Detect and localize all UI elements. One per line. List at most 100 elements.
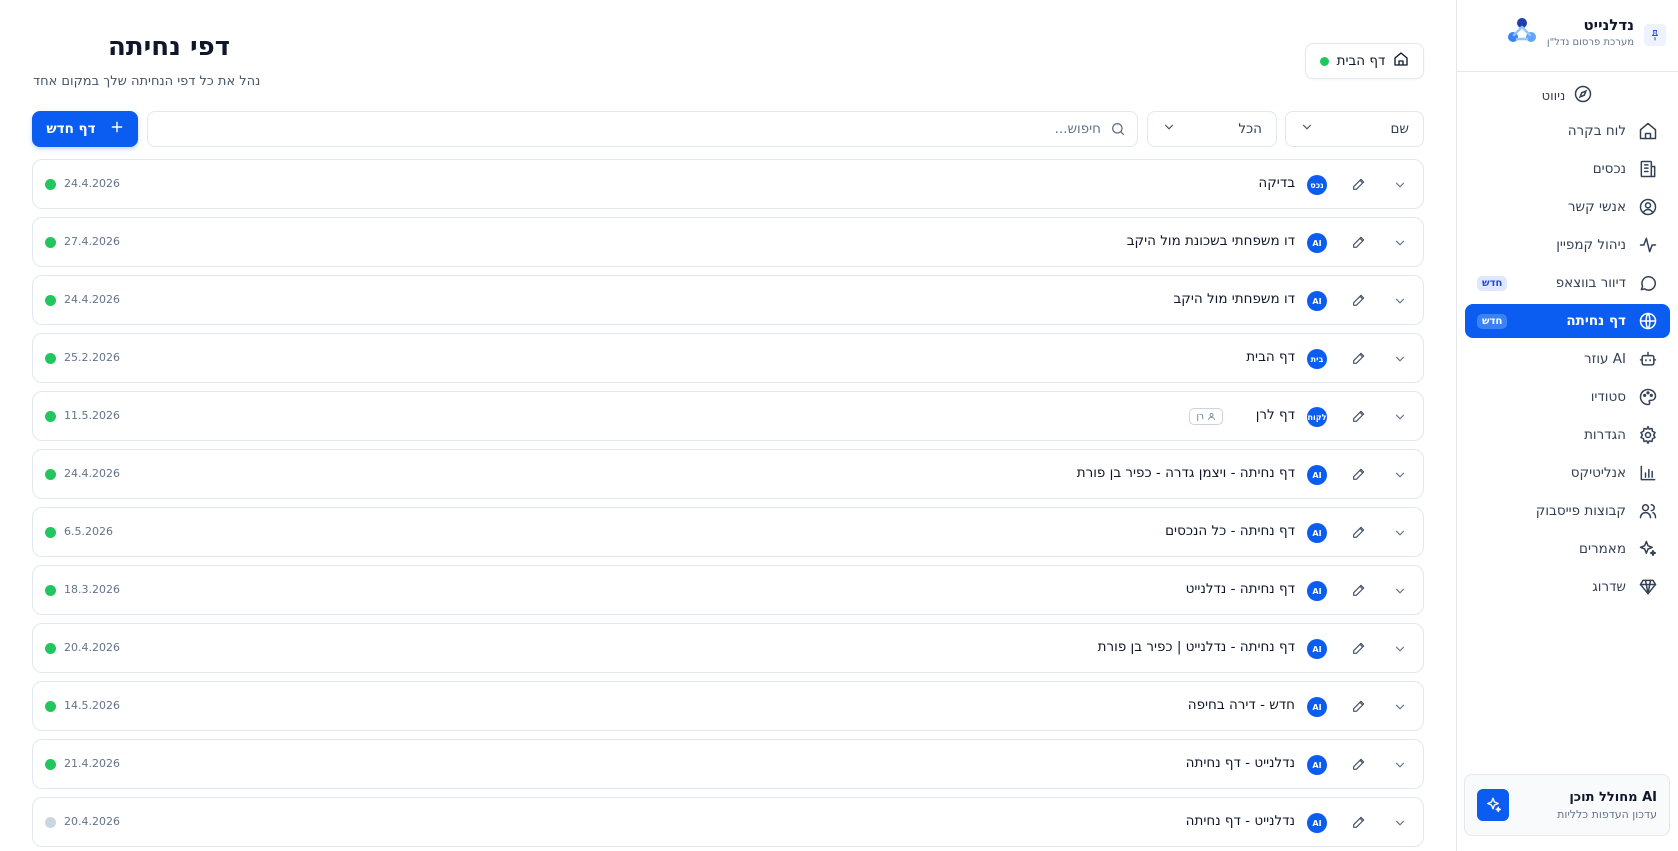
page-type-badge: בית: [1307, 349, 1327, 369]
sidebar-item-label: מאמרים: [1579, 541, 1626, 557]
edit-icon[interactable]: [1351, 234, 1367, 254]
chevron-down-icon[interactable]: [1393, 235, 1407, 254]
ai-content-generator-card[interactable]: מחולל תוכן AI עדכון העדפות כלליות: [1464, 774, 1670, 836]
chevron-down-icon[interactable]: [1393, 177, 1407, 196]
chevron-down-icon[interactable]: [1393, 293, 1407, 312]
nav-section-title: ניווט: [1457, 78, 1678, 114]
landing-page-row[interactable]: AI נדלנייט - דף נחיתה 20.4.2026: [32, 797, 1424, 847]
sidebar-item[interactable]: מאמרים: [1465, 532, 1670, 566]
page-name: דו משפחתי מול היקב: [1173, 291, 1295, 307]
status-dot: [45, 295, 56, 306]
sidebar-item[interactable]: אנשי קשר: [1465, 190, 1670, 224]
status-dot: [45, 817, 56, 828]
chevron-down-icon[interactable]: [1393, 641, 1407, 660]
page-date: 27.4.2026: [64, 235, 120, 248]
sidebar: נדלנייט מערכת פרסום נדל"ן ניווט לוח בקרה…: [1456, 0, 1678, 851]
sort-select-value: שם: [1390, 121, 1409, 137]
page-type-badge: AI: [1307, 233, 1327, 253]
home-button-label: דף הבית: [1336, 53, 1386, 69]
landing-page-row[interactable]: בית דף הבית 25.2.2026: [32, 333, 1424, 383]
edit-icon[interactable]: [1351, 524, 1367, 544]
edit-icon[interactable]: [1351, 350, 1367, 370]
edit-icon[interactable]: [1351, 292, 1367, 312]
page-name: דף הבית: [1246, 349, 1295, 365]
new-page-button[interactable]: דף חדש: [32, 111, 138, 147]
sidebar-item[interactable]: אנליטיקס: [1465, 456, 1670, 490]
ai-card-title: מחולל תוכן AI: [1569, 789, 1657, 805]
logo-icon: [1505, 15, 1539, 49]
landing-page-row[interactable]: AI דף נחיתה - כל הנכסים 6.5.2026: [32, 507, 1424, 557]
chevron-down-icon: [1300, 120, 1314, 138]
landing-page-row[interactable]: AI חדש - דירה בחיפה 14.5.2026: [32, 681, 1424, 731]
chevron-down-icon[interactable]: [1393, 525, 1407, 544]
landing-page-row[interactable]: AI נדלנייט - דף נחיתה 21.4.2026: [32, 739, 1424, 789]
sidebar-item-label: לוח בקרה: [1567, 123, 1626, 139]
page-date: 6.5.2026: [64, 525, 113, 538]
chevron-down-icon[interactable]: [1393, 699, 1407, 718]
filter-select[interactable]: הכל: [1147, 111, 1277, 147]
sidebar-item[interactable]: סטודיו: [1465, 380, 1670, 414]
edit-icon[interactable]: [1351, 814, 1367, 834]
chevron-down-icon[interactable]: [1393, 467, 1407, 486]
sidebar-item[interactable]: דף נחיתה חדש: [1465, 304, 1670, 338]
edit-icon[interactable]: [1351, 640, 1367, 660]
sidebar-item[interactable]: ניהול קמפיין: [1465, 228, 1670, 262]
search-input[interactable]: [171, 112, 1101, 146]
sidebar-item[interactable]: שדרוג: [1465, 570, 1670, 604]
chevron-down-icon[interactable]: [1393, 583, 1407, 602]
landing-page-row[interactable]: לקוח דף לרן רן 11.5.2026: [32, 391, 1424, 441]
sidebar-item-label: אנליטיקס: [1570, 465, 1626, 481]
landing-page-row[interactable]: AI דף נחיתה - נדלנייט 18.3.2026: [32, 565, 1424, 615]
page-name: דף נחיתה - כל הנכסים: [1165, 523, 1295, 539]
sidebar-item[interactable]: הגדרות: [1465, 418, 1670, 452]
edit-icon[interactable]: [1351, 408, 1367, 428]
landing-page-row[interactable]: AI דו משפחתי מול היקב 24.4.2026: [32, 275, 1424, 325]
landing-page-row[interactable]: AI דף נחיתה - ויצמן גדרה - כפיר בן פורת 24…: [32, 449, 1424, 499]
page-name: נדלנייט - דף נחיתה: [1185, 813, 1295, 829]
landing-page-row[interactable]: AI דף נחיתה - נדלנייט | כפיר בן פורת 20.4.…: [32, 623, 1424, 673]
page-title: דפי נחיתה: [108, 32, 231, 62]
page-type-badge: AI: [1307, 465, 1327, 485]
home-icon: [1393, 51, 1409, 71]
filter-select-value: הכל: [1238, 121, 1262, 137]
page-type-badge: לקוח: [1307, 407, 1327, 427]
sidebar-item-label: נכסים: [1592, 161, 1626, 177]
edit-icon[interactable]: [1351, 176, 1367, 196]
edit-icon[interactable]: [1351, 582, 1367, 602]
chevron-down-icon[interactable]: [1393, 409, 1407, 428]
sidebar-item[interactable]: דיוור בווצאפ חדש: [1465, 266, 1670, 300]
main-content: דפי נחיתה נהל את כל דפי הנחיתה שלך במקום…: [0, 0, 1456, 851]
sidebar-item-label: סטודיו: [1590, 389, 1626, 405]
owner-name: רן: [1196, 411, 1204, 422]
sidebar-item[interactable]: לוח בקרה: [1465, 114, 1670, 148]
new-page-label: דף חדש: [46, 121, 96, 137]
page-date: 24.4.2026: [64, 177, 120, 190]
page-date: 14.5.2026: [64, 699, 120, 712]
chevron-down-icon[interactable]: [1393, 757, 1407, 776]
sidebar-item[interactable]: עוזר AI: [1465, 342, 1670, 376]
sidebar-header: נדלנייט מערכת פרסום נדל"ן: [1457, 0, 1678, 72]
status-dot: [45, 179, 56, 190]
sidebar-item[interactable]: נכסים: [1465, 152, 1670, 186]
gear-icon: [1638, 425, 1658, 445]
landing-page-row[interactable]: נכס בדיקה 24.4.2026: [32, 159, 1424, 209]
chevron-down-icon[interactable]: [1393, 351, 1407, 370]
sidebar-item-label: הגדרות: [1584, 427, 1626, 443]
search-box: [147, 111, 1138, 147]
landing-pages-list: נכס בדיקה 24.4.2026 AI דו משפחתי בשכונת מול …: [32, 159, 1424, 851]
pin-icon[interactable]: [1644, 24, 1666, 46]
sort-select[interactable]: שם: [1285, 111, 1424, 147]
status-dot: [45, 411, 56, 422]
page-type-badge: AI: [1307, 813, 1327, 833]
edit-icon[interactable]: [1351, 756, 1367, 776]
brand[interactable]: נדלנייט מערכת פרסום נדל"ן: [1505, 15, 1634, 49]
chevron-down-icon[interactable]: [1393, 815, 1407, 834]
edit-icon[interactable]: [1351, 698, 1367, 718]
page-type-badge: AI: [1307, 291, 1327, 311]
edit-icon[interactable]: [1351, 466, 1367, 486]
landing-page-row[interactable]: AI דו משפחתי בשכונת מול היקב 27.4.2026: [32, 217, 1424, 267]
new-badge: חדש: [1477, 313, 1508, 329]
home-page-button[interactable]: דף הבית: [1305, 43, 1424, 79]
page-type-badge: נכס: [1307, 175, 1327, 195]
sidebar-item[interactable]: קבוצות פייסבוק: [1465, 494, 1670, 528]
